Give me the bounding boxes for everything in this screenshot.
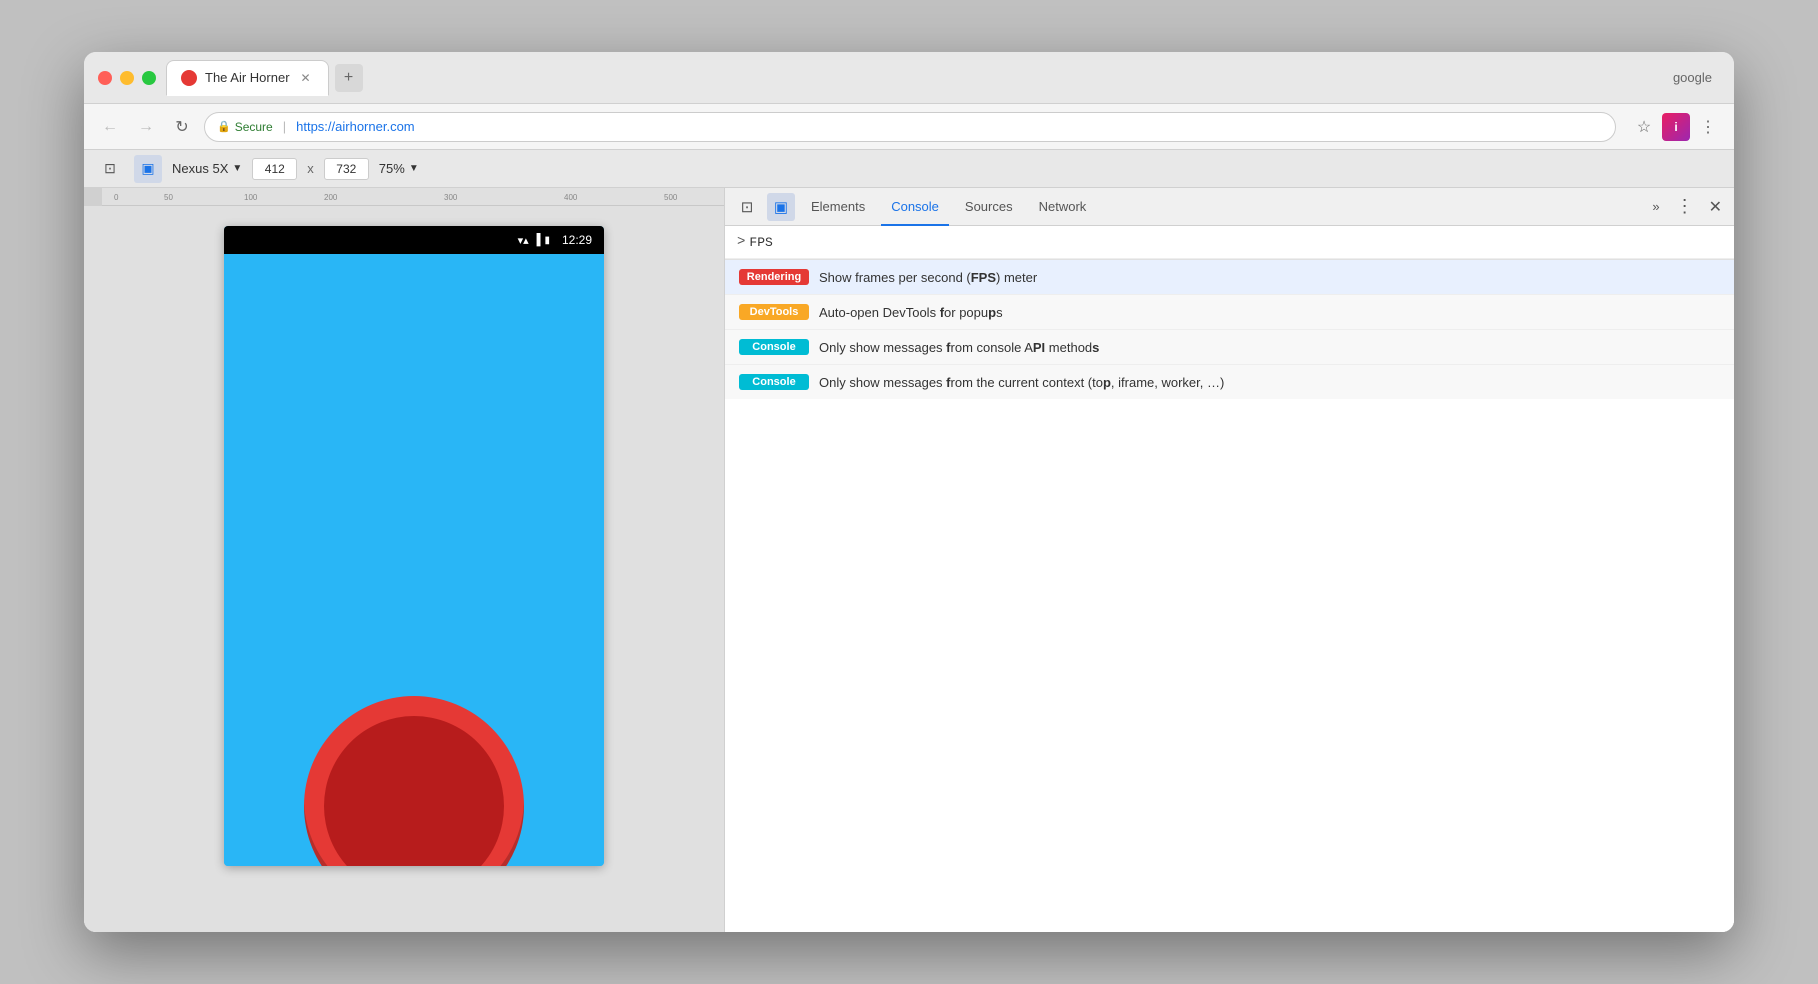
browser-window: The Air Horner ✕ + google ← → ↻ 🔒 Secure… [84, 52, 1734, 932]
phone-status-bar: ▾▴ ▐ ▮ 12:29 [224, 226, 604, 254]
tab-title: The Air Horner [205, 70, 290, 85]
devtools-toolbar: ⊡ ▣ Elements Console Sources Network [725, 188, 1734, 226]
ruler-horizontal: 0 50 100 200 300 400 500 [84, 188, 724, 206]
status-icons: ▾▴ ▐ ▮ [518, 234, 550, 247]
secure-badge: 🔒 Secure [217, 120, 273, 134]
close-button[interactable] [98, 71, 112, 85]
tab-sources[interactable]: Sources [955, 188, 1023, 226]
zoom-select[interactable]: 75% ▼ [379, 161, 419, 176]
tab-bar: The Air Horner ✕ + [166, 60, 1663, 96]
zoom-dropdown-icon: ▼ [409, 163, 419, 174]
phone-screen: ▾▴ ▐ ▮ 12:29 [224, 226, 604, 866]
minimize-button[interactable] [120, 71, 134, 85]
tab-close-button[interactable]: ✕ [298, 70, 314, 86]
devtools-panel: ⊡ ▣ Elements Console Sources Network [724, 188, 1734, 932]
dimension-separator: x [307, 161, 314, 176]
address-separator: | [283, 119, 286, 134]
wifi-icon: ▾▴ [518, 234, 529, 247]
address-bar[interactable]: 🔒 Secure | https://airhorner.com [204, 112, 1616, 142]
tag-devtools: DevTools [739, 304, 809, 320]
device-name: Nexus 5X [172, 161, 228, 176]
forward-button[interactable]: → [132, 113, 160, 141]
device-dropdown-icon: ▼ [232, 163, 242, 174]
main-content: ⊡ ▣ Nexus 5X ▼ x 75% ▼ [84, 150, 1734, 932]
autocomplete-desc-4: Only show messages from the current cont… [819, 375, 1224, 390]
browser-devtools-split: ⊡ ▣ Nexus 5X ▼ x 75% ▼ [84, 150, 1734, 932]
devtools-inspect-btn[interactable]: ⊡ [733, 193, 761, 221]
signal-icon: ▐ [533, 234, 541, 246]
ruler-corner [84, 188, 102, 206]
tag-console-1: Console [739, 339, 809, 355]
title-bar: The Air Horner ✕ + google [84, 52, 1734, 104]
phone-body [224, 254, 604, 866]
height-input[interactable] [324, 158, 369, 180]
tag-console-2: Console [739, 374, 809, 390]
back-button[interactable]: ← [96, 113, 124, 141]
google-label: google [1673, 70, 1720, 85]
zoom-level: 75% [379, 161, 405, 176]
device-select[interactable]: Nexus 5X ▼ [172, 161, 242, 176]
traffic-lights [98, 71, 156, 85]
ruler-numbers: 0 50 100 200 300 400 500 [102, 188, 724, 205]
console-input-text[interactable]: FPS [749, 235, 772, 250]
list-item[interactable]: Rendering Show frames per second (FPS) m… [725, 260, 1734, 295]
extensions-button[interactable]: i [1662, 113, 1690, 141]
phone-frame: ▾▴ ▐ ▮ 12:29 [84, 206, 724, 932]
devtools-menu-button[interactable]: ⋮ [1672, 196, 1699, 217]
active-tab[interactable]: The Air Horner ✕ [166, 60, 329, 96]
bookmark-button[interactable]: ☆ [1630, 113, 1658, 141]
list-item[interactable]: Console Only show messages from the curr… [725, 365, 1734, 399]
tag-rendering: Rendering [739, 269, 809, 285]
autocomplete-list: Rendering Show frames per second (FPS) m… [725, 259, 1734, 399]
tab-elements[interactable]: Elements [801, 188, 875, 226]
menu-button[interactable]: ⋮ [1694, 113, 1722, 141]
page-view: 0 50 100 200 300 400 500 [84, 188, 724, 932]
new-tab-button[interactable]: + [335, 64, 363, 92]
tab-favicon [181, 70, 197, 86]
autocomplete-desc-3: Only show messages from console API meth… [819, 340, 1099, 355]
tab-console[interactable]: Console [881, 188, 949, 226]
console-area: > FPS Rendering Show frames per second (… [725, 226, 1734, 932]
secure-label: Secure [235, 120, 273, 134]
split-horizontal: 0 50 100 200 300 400 500 [84, 188, 1734, 932]
console-prompt: > [737, 234, 745, 250]
console-input-row[interactable]: > FPS [725, 226, 1734, 259]
devtools-device-btn[interactable]: ▣ [767, 193, 795, 221]
responsive-btn[interactable]: ▣ [134, 155, 162, 183]
battery-icon: ▮ [544, 235, 550, 246]
autocomplete-desc-1: Show frames per second (FPS) meter [819, 270, 1037, 285]
refresh-button[interactable]: ↻ [168, 113, 196, 141]
horn-button-inner [324, 716, 504, 866]
list-item[interactable]: Console Only show messages from console … [725, 330, 1734, 365]
nav-actions: ☆ i ⋮ [1630, 113, 1722, 141]
lock-icon: 🔒 [217, 120, 231, 133]
tab-network[interactable]: Network [1029, 188, 1097, 226]
list-item[interactable]: DevTools Auto-open DevTools for popups [725, 295, 1734, 330]
horn-button[interactable] [304, 696, 524, 866]
devtools-close-button[interactable]: ✕ [1705, 197, 1726, 217]
address-url[interactable]: https://airhorner.com [296, 119, 415, 134]
inspect-element-btn[interactable]: ⊡ [96, 155, 124, 183]
status-time: 12:29 [562, 233, 592, 247]
width-input[interactable] [252, 158, 297, 180]
autocomplete-desc-2: Auto-open DevTools for popups [819, 305, 1003, 320]
device-toolbar: ⊡ ▣ Nexus 5X ▼ x 75% ▼ [84, 150, 1734, 188]
maximize-button[interactable] [142, 71, 156, 85]
more-tabs-button[interactable]: » [1646, 199, 1665, 214]
nav-bar: ← → ↻ 🔒 Secure | https://airhorner.com ☆… [84, 104, 1734, 150]
